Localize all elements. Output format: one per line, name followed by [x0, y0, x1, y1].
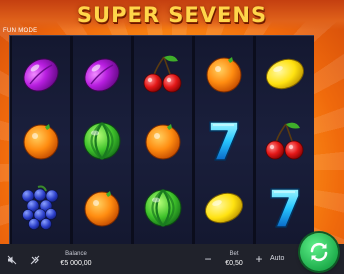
reel-5	[256, 36, 314, 244]
autoplay-button[interactable]: Auto	[270, 255, 284, 262]
reel-3	[134, 36, 192, 244]
sound-off-icon[interactable]	[7, 255, 17, 265]
slot-game: SUPER SEVENS FUN MODE Balance €5 000,00 …	[0, 0, 344, 274]
mode-label: FUN MODE	[3, 28, 38, 34]
spin-button[interactable]	[300, 233, 338, 271]
reel-4	[195, 36, 253, 244]
orange-symbol	[12, 108, 70, 174]
lemon-symbol	[256, 41, 314, 107]
orange-symbol	[73, 175, 131, 241]
plum-symbol	[12, 41, 70, 107]
bet-label: Bet	[229, 251, 239, 257]
orange-symbol	[134, 108, 192, 174]
bet-value: €0,50	[225, 260, 243, 267]
seven-symbol	[256, 175, 314, 241]
bet-increase-button[interactable]: +	[252, 252, 266, 266]
cherry-symbol	[134, 41, 192, 107]
watermelon-symbol	[134, 175, 192, 241]
balance-label: Balance	[65, 251, 87, 257]
lemon-symbol	[195, 175, 253, 241]
bet-decrease-button[interactable]: −	[201, 252, 215, 266]
reel-2	[73, 36, 131, 244]
game-title: SUPER SEVENS	[76, 3, 268, 27]
spin-arrows-icon	[310, 242, 328, 262]
plum-symbol	[73, 41, 131, 107]
bottom-bar	[0, 244, 344, 274]
reel-1	[12, 36, 70, 244]
grapes-symbol	[12, 175, 70, 241]
balance-value: €5 000,00	[60, 260, 92, 267]
orange-symbol	[195, 41, 253, 107]
cherry-symbol	[256, 108, 314, 174]
fast-play-off-icon[interactable]	[30, 255, 40, 265]
watermelon-symbol	[73, 108, 131, 174]
reel-grid[interactable]	[9, 35, 314, 245]
seven-symbol	[195, 108, 253, 174]
